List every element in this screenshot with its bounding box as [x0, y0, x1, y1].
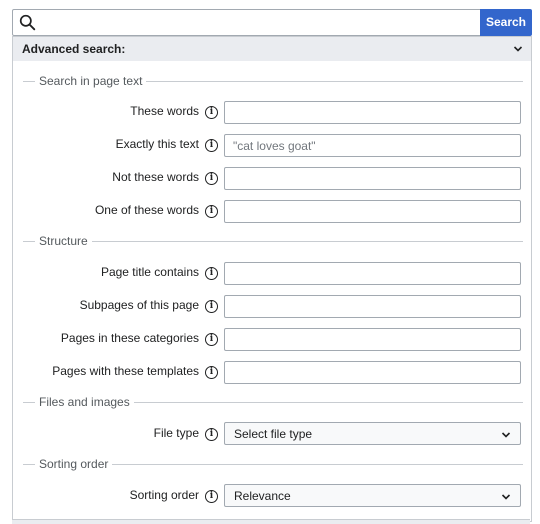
chevron-down-icon [501, 494, 511, 500]
info-icon[interactable]: i [205, 172, 218, 185]
sorting-order-selected: Relevance [234, 489, 291, 503]
info-icon[interactable]: i [205, 490, 218, 503]
page-title-contains-input[interactable] [224, 262, 521, 285]
categories-input[interactable] [224, 328, 521, 351]
sorting-order-label: Sorting order [129, 488, 199, 502]
info-icon[interactable]: i [205, 333, 218, 346]
subpages-label: Subpages of this page [79, 298, 199, 312]
not-these-words-input[interactable] [224, 167, 521, 190]
search-icon [19, 14, 36, 31]
info-icon[interactable]: i [205, 139, 218, 152]
panel-bottom-edge [12, 519, 530, 524]
search-input[interactable] [43, 12, 477, 34]
these-words-input[interactable] [224, 101, 521, 124]
advanced-search-header[interactable]: Advanced search: [12, 36, 532, 62]
file-type-selected: Select file type [234, 427, 313, 441]
section-legend-structure: Structure [23, 234, 523, 248]
section-legend-sorting: Sorting order [23, 457, 523, 471]
section-legend-page-text: Search in page text [23, 74, 523, 88]
legend-label: Files and images [35, 395, 134, 409]
page-title-contains-label: Page title contains [100, 265, 199, 279]
advanced-search-panel: Search in page text These words i Exactl… [12, 61, 532, 522]
info-icon[interactable]: i [205, 366, 218, 379]
info-icon[interactable]: i [205, 428, 218, 441]
subpages-input[interactable] [224, 295, 521, 318]
not-these-words-label: Not these words [112, 170, 199, 184]
info-icon[interactable]: i [205, 267, 218, 280]
templates-label: Pages with these templates [52, 364, 199, 378]
section-legend-files: Files and images [23, 395, 523, 409]
info-icon[interactable]: i [205, 205, 218, 218]
legend-label: Structure [35, 234, 92, 248]
search-box[interactable] [12, 9, 482, 36]
exact-text-input[interactable] [224, 134, 521, 157]
legend-label: Sorting order [35, 457, 113, 471]
search-button[interactable]: Search [480, 9, 532, 36]
exact-text-label: Exactly this text [115, 137, 199, 151]
categories-label: Pages in these categories [60, 331, 199, 345]
templates-input[interactable] [224, 361, 521, 384]
legend-label: Search in page text [35, 74, 147, 88]
one-of-these-words-label: One of these words [94, 203, 199, 217]
file-type-label: File type [153, 426, 199, 440]
chevron-down-icon [513, 46, 523, 52]
one-of-these-words-input[interactable] [224, 200, 521, 223]
sorting-order-select[interactable]: Relevance [224, 484, 521, 507]
search-bar: Search [12, 9, 532, 36]
info-icon[interactable]: i [205, 300, 218, 313]
advanced-search-title: Advanced search: [22, 42, 126, 56]
chevron-down-icon [501, 432, 511, 438]
info-icon[interactable]: i [205, 106, 218, 119]
file-type-select[interactable]: Select file type [224, 422, 521, 445]
these-words-label: These words [130, 104, 199, 118]
